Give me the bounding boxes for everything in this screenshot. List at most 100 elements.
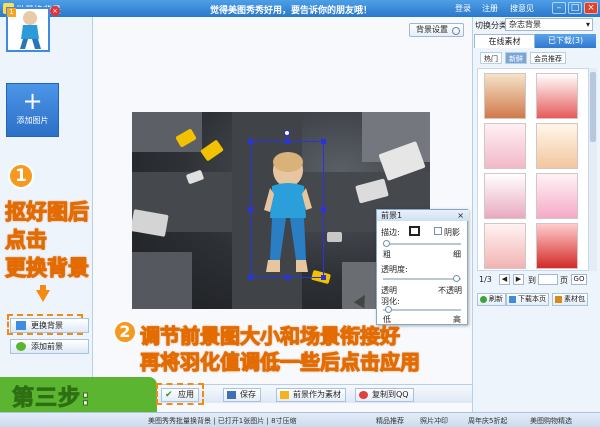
category-select[interactable]: 杂志背景 [505, 18, 593, 31]
set-fg-material-button[interactable]: 前景作为素材 [276, 388, 346, 402]
feather-label: 羽化: [381, 297, 400, 306]
page-number-input[interactable] [538, 274, 558, 285]
step3-label: 第三步: [0, 377, 157, 412]
add-image-button[interactable]: + 添加图片 [6, 83, 59, 137]
material-thumbnail[interactable] [484, 223, 526, 269]
material-pack-button[interactable]: 素材包 [552, 293, 588, 306]
pager: 1/3 ◀ ▶ 到 页 GO [477, 274, 595, 288]
register-link[interactable]: 注册 [482, 3, 498, 14]
material-thumbnail[interactable] [536, 123, 578, 169]
package-icon [555, 296, 562, 303]
image-swap-icon [16, 321, 26, 330]
step1-badge: 1 [8, 163, 34, 189]
slogan-text: 觉得美图秀秀好用，要告诉你的朋友哦！ [210, 6, 373, 16]
resize-handle[interactable] [321, 139, 326, 144]
feedback-link[interactable]: 搜意见 [510, 3, 534, 14]
refresh-button[interactable]: 刷新 [477, 293, 506, 306]
go-button[interactable]: GO [571, 274, 587, 285]
material-thumbnail[interactable] [484, 73, 526, 119]
thick-label: 粗 [383, 250, 391, 259]
download-icon [509, 296, 516, 303]
step1-text-line3: 更换背景 [5, 256, 90, 281]
login-link[interactable]: 登录 [455, 3, 471, 14]
page-indicator: 1/3 [479, 275, 492, 284]
opacity-label: 透明度: [381, 265, 408, 274]
foreground-selection-box[interactable] [248, 139, 326, 280]
download-page-button[interactable]: 下载本页 [506, 293, 549, 306]
save-button[interactable]: 保存 [223, 388, 261, 402]
stroke-label: 描边: [381, 228, 400, 237]
star-icon [280, 391, 289, 399]
feather-knob[interactable] [385, 306, 392, 313]
material-thumbnail[interactable] [484, 173, 526, 219]
background-settings-label: 背景设置 [416, 25, 448, 34]
gallery-scrollbar-thumb[interactable] [590, 72, 596, 142]
step2-text-line1: 调节前景图大小和场景衔接好 [140, 324, 401, 349]
close-window-button[interactable]: × [584, 2, 598, 14]
category-label: 切换分类 [475, 21, 507, 30]
title-bar: 批量换背景 觉得美图秀秀好用，要告诉你的朋友哦！ 登录 注册 搜意见 – □ × [0, 0, 600, 17]
material-thumbnail[interactable] [484, 123, 526, 169]
resize-handle[interactable] [285, 275, 290, 280]
category-select-value: 杂志背景 [509, 20, 541, 29]
action-bar: ✔ 应用 保存 前景作为素材 复制到QQ [157, 384, 472, 403]
replace-background-button[interactable]: 更换背景 [10, 318, 89, 333]
maximize-button[interactable]: □ [568, 2, 582, 14]
stroke-width-knob[interactable] [383, 240, 390, 247]
qq-icon [359, 391, 368, 399]
rotate-handle[interactable] [284, 130, 290, 136]
resize-handle[interactable] [248, 139, 253, 144]
step3-text: 第三步: [12, 386, 91, 412]
stroke-width-slider[interactable] [383, 243, 461, 245]
status-link-recommend[interactable]: 精品推荐 [376, 416, 404, 426]
high-label: 高 [453, 315, 461, 324]
step1-text-line2: 点击 [5, 228, 48, 253]
material-gallery [477, 68, 589, 271]
stroke-color-swatch[interactable] [409, 226, 420, 236]
refresh-icon [480, 296, 487, 303]
resize-handle[interactable] [248, 207, 253, 212]
goto-label: 到 [528, 276, 536, 285]
resize-handle[interactable] [321, 275, 326, 280]
tab-downloaded[interactable]: 已下载(3) [535, 34, 596, 48]
subtab-hot[interactable]: 热门 [480, 52, 502, 64]
add-foreground-button[interactable]: 添加前景 [10, 339, 89, 354]
step1-text-line1: 抠好图后 [5, 200, 90, 225]
opacity-slider[interactable] [383, 278, 461, 280]
copy-to-qq-button[interactable]: 复制到QQ [355, 388, 414, 402]
arrow-down-icon [36, 290, 50, 302]
chevron-down-icon [452, 27, 460, 35]
page-unit-label: 页 [560, 276, 568, 285]
resize-handle[interactable] [321, 207, 326, 212]
save-label: 保存 [240, 390, 256, 399]
shadow-label: 阴影 [444, 228, 460, 237]
plus-icon: + [22, 87, 43, 115]
resize-handle[interactable] [248, 275, 253, 280]
status-link-print[interactable]: 照片冲印 [420, 416, 448, 426]
refresh-label: 刷新 [489, 295, 503, 303]
status-link-anniversary[interactable]: 周年庆5折起 [468, 416, 507, 426]
thumbnail-index-badge: 1 [7, 8, 16, 17]
material-thumbnail[interactable] [536, 73, 578, 119]
shadow-checkbox[interactable] [434, 227, 442, 235]
minimize-button[interactable]: – [552, 2, 566, 14]
save-icon [227, 391, 236, 399]
download-page-label: 下载本页 [518, 295, 546, 303]
prev-page-button[interactable]: ◀ [499, 274, 510, 285]
step2-badge: 2 [113, 320, 137, 344]
next-page-button[interactable]: ▶ [513, 274, 524, 285]
opacity-knob[interactable] [453, 275, 460, 282]
delete-thumbnail-icon[interactable]: × [50, 6, 60, 16]
subtab-fresh[interactable]: 新鲜 [505, 52, 527, 64]
subtab-vip[interactable]: 会员推荐 [530, 52, 566, 64]
close-icon[interactable]: × [457, 210, 464, 221]
status-text: 美图秀秀批量换背景 | 已打开1张图片 | 8寸压缩 [148, 417, 297, 425]
set-fg-material-label: 前景作为素材 [293, 390, 341, 399]
status-link-shopping[interactable]: 美图购物精选 [530, 416, 572, 426]
material-thumbnail[interactable] [536, 223, 578, 269]
material-thumbnail[interactable] [536, 173, 578, 219]
tab-online-material[interactable]: 在线素材 [474, 34, 535, 48]
feather-slider[interactable] [383, 309, 461, 311]
copy-to-qq-label: 复制到QQ [372, 390, 409, 399]
rotate-handle-line [287, 136, 288, 142]
